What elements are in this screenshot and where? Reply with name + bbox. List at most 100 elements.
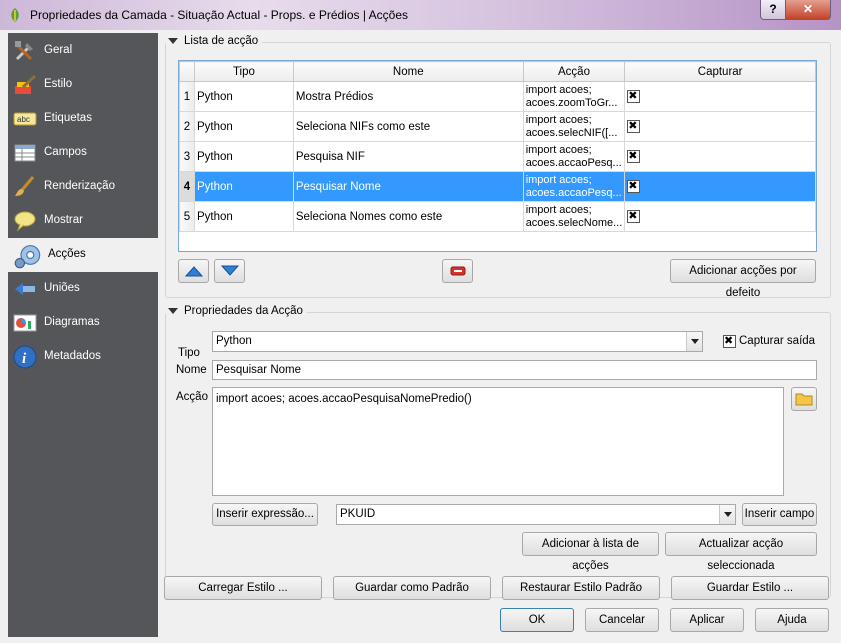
capture-checkbox[interactable] — [627, 119, 641, 133]
field-combobox[interactable]: PKUID — [336, 504, 736, 525]
cell-tipo[interactable]: Python — [193, 171, 294, 202]
insert-expression-button[interactable]: Inserir expressão... — [212, 503, 318, 526]
cancel-button[interactable]: Cancelar — [585, 608, 659, 632]
save-style-button[interactable]: Guardar Estilo ... — [671, 576, 829, 600]
help-button[interactable]: Ajuda — [755, 608, 829, 632]
tipo-combobox[interactable]: Python — [212, 331, 703, 352]
sidebar-item-etiquetas[interactable]: abc Etiquetas — [8, 102, 158, 136]
capture-checkbox[interactable] — [627, 89, 641, 103]
cell-capturar[interactable] — [624, 141, 816, 172]
capture-output-label: Capturar saída — [739, 335, 816, 347]
actions-table-grid: Tipo Nome Acção Capturar 1 Python Mostra… — [179, 61, 816, 232]
cell-accao[interactable]: import acoes; acoes.accaoPesq... — [522, 171, 626, 202]
cell-tipo[interactable]: Python — [193, 111, 294, 142]
display-balloon-icon — [14, 211, 36, 232]
cell-nome[interactable]: Mostra Prédios — [292, 81, 524, 112]
qgis-app-icon — [11, 8, 19, 22]
actions-table[interactable]: Tipo Nome Acção Capturar 1 Python Mostra… — [178, 60, 817, 252]
actions-gear-icon — [14, 245, 41, 269]
cell-capturar[interactable] — [624, 171, 816, 202]
sidebar-item-unioes[interactable]: Uniões — [8, 272, 158, 306]
cell-accao[interactable]: import acoes; acoes.zoomToGr... — [522, 81, 626, 112]
row-number[interactable]: 3 — [179, 141, 195, 172]
fields-table-icon — [14, 144, 36, 162]
cell-capturar[interactable] — [624, 201, 816, 232]
restore-default-style-button[interactable]: Restaurar Estilo Padrão — [502, 576, 660, 600]
sidebar-item-accoes[interactable]: Acções — [8, 238, 160, 272]
arrow-up-icon — [184, 266, 203, 277]
cell-capturar[interactable] — [624, 111, 816, 142]
table-row[interactable]: 3 Python Pesquisa NIF import acoes; acoe… — [179, 141, 816, 172]
cell-nome[interactable]: Pesquisa NIF — [292, 141, 524, 172]
cell-tipo[interactable]: Python — [193, 81, 294, 112]
add-default-actions-button[interactable]: Adicionar acções por defeito — [670, 259, 816, 299]
tools-icon — [15, 41, 33, 61]
table-header: Tipo Nome Acção Capturar — [179, 61, 816, 82]
table-row[interactable]: 2 Python Seleciona NIFs como este import… — [179, 111, 816, 142]
sidebar-item-label: Geral — [44, 44, 73, 56]
apply-button[interactable]: Aplicar — [670, 608, 744, 632]
cell-tipo[interactable]: Python — [193, 201, 294, 232]
sidebar-item-metadados[interactable]: i Metadados — [8, 340, 158, 374]
sidebar-item-campos[interactable]: Campos — [8, 136, 158, 170]
sidebar-item-diagramas[interactable]: Diagramas — [8, 306, 158, 340]
dialog-body: Geral Estilo abc Etiquetas Campos Render… — [0, 30, 841, 643]
save-as-default-button[interactable]: Guardar como Padrão — [333, 576, 491, 600]
cell-accao[interactable]: import acoes; acoes.selecNome... — [522, 201, 626, 232]
column-header-accao[interactable]: Acção — [522, 61, 626, 82]
collapse-triangle-icon — [168, 307, 178, 314]
sidebar-item-label: Etiquetas — [44, 112, 92, 124]
remove-action-button[interactable] — [442, 259, 473, 283]
table-row[interactable]: 1 Python Mostra Prédios import acoes; ac… — [179, 81, 816, 112]
table-row-selected[interactable]: 4 Python Pesquisar Nome import acoes; ac… — [179, 171, 816, 202]
action-props-title[interactable]: Propriedades da Acção — [166, 305, 307, 317]
row-number[interactable]: 1 — [179, 81, 195, 112]
cell-accao[interactable]: import acoes; acoes.accaoPesq... — [522, 141, 626, 172]
row-number[interactable]: 4 — [179, 171, 195, 202]
sidebar-item-label: Estilo — [44, 78, 73, 90]
joins-icon — [15, 283, 35, 295]
column-header-tipo[interactable]: Tipo — [193, 61, 294, 82]
move-down-button[interactable] — [214, 259, 245, 283]
capture-output-checkbox[interactable] — [723, 334, 736, 348]
nome-input[interactable]: Pesquisar Nome — [212, 360, 817, 380]
info-icon: i — [13, 345, 37, 369]
nome-label: Nome — [176, 364, 207, 376]
load-style-button[interactable]: Carregar Estilo ... — [164, 576, 322, 600]
move-up-button[interactable] — [178, 259, 209, 283]
update-selected-action-button[interactable]: Actualizar acção seleccionada — [665, 532, 817, 572]
ok-button[interactable]: OK — [500, 608, 574, 632]
capture-checkbox[interactable] — [627, 179, 641, 193]
row-number[interactable]: 5 — [179, 201, 195, 232]
column-header-nome[interactable]: Nome — [292, 61, 524, 82]
help-title-button[interactable]: ? — [760, 0, 786, 20]
svg-text:abc: abc — [17, 115, 30, 124]
window-titlebar: Propriedades da Camada - Situação Actual… — [0, 0, 841, 30]
capture-checkbox[interactable] — [627, 209, 641, 223]
row-number[interactable]: 2 — [179, 111, 195, 142]
cell-capturar[interactable] — [624, 81, 816, 112]
accao-textarea[interactable]: import acoes; acoes.accaoPesquisaNomePre… — [212, 387, 784, 496]
cell-nome[interactable]: Seleciona Nomes como este — [292, 201, 524, 232]
cell-nome[interactable]: Pesquisar Nome — [292, 171, 524, 202]
sidebar-item-renderizacao[interactable]: Renderização — [8, 170, 158, 204]
close-window-button[interactable]: ✕ — [785, 0, 831, 20]
window-title: Propriedades da Camada - Situação Actual… — [30, 8, 408, 22]
table-row[interactable]: 5 Python Seleciona Nomes como este impor… — [179, 201, 816, 232]
sidebar-item-estilo[interactable]: Estilo — [8, 68, 158, 102]
labels-abc-icon: abc — [13, 112, 37, 126]
cell-tipo[interactable]: Python — [193, 141, 294, 172]
capture-checkbox[interactable] — [627, 149, 641, 163]
rendering-brush-icon — [15, 176, 35, 196]
remove-icon — [450, 266, 465, 276]
browse-file-button[interactable] — [791, 387, 817, 411]
cell-nome[interactable]: Seleciona NIFs como este — [292, 111, 524, 142]
insert-field-button[interactable]: Inserir campo — [742, 503, 817, 526]
actions-list-title[interactable]: Lista de acção — [166, 35, 263, 47]
add-to-action-list-button[interactable]: Adicionar à lista de acções — [522, 532, 659, 572]
collapse-triangle-icon — [168, 37, 178, 44]
sidebar-item-geral[interactable]: Geral — [8, 34, 158, 68]
cell-accao[interactable]: import acoes; acoes.selecNIF([... — [522, 111, 626, 142]
column-header-capturar[interactable]: Capturar — [624, 61, 816, 82]
sidebar-item-mostrar[interactable]: Mostrar — [8, 204, 158, 238]
